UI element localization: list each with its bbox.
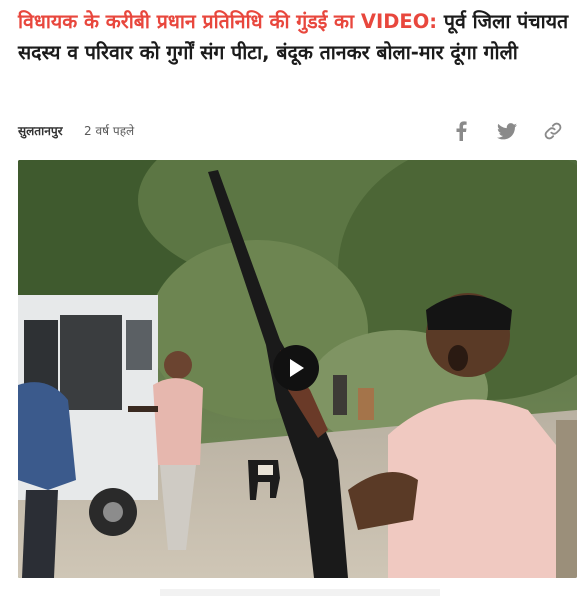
play-button[interactable] <box>273 345 319 391</box>
play-icon <box>290 359 304 377</box>
content-divider <box>160 589 440 596</box>
video-player[interactable] <box>18 160 577 578</box>
facebook-icon[interactable] <box>448 118 474 144</box>
publish-time: 2 वर्ष पहले <box>84 124 135 138</box>
article-meta: सुलतानपुर 2 वर्ष पहले <box>18 118 570 144</box>
twitter-icon[interactable] <box>494 118 520 144</box>
city-link[interactable]: सुलतानपुर <box>18 122 63 139</box>
link-icon[interactable] <box>540 118 566 144</box>
article-headline: विधायक के करीबी प्रधान प्रतिनिधि की गुंड… <box>18 6 578 68</box>
headline-highlight: विधायक के करीबी प्रधान प्रतिनिधि की गुंड… <box>18 10 438 33</box>
